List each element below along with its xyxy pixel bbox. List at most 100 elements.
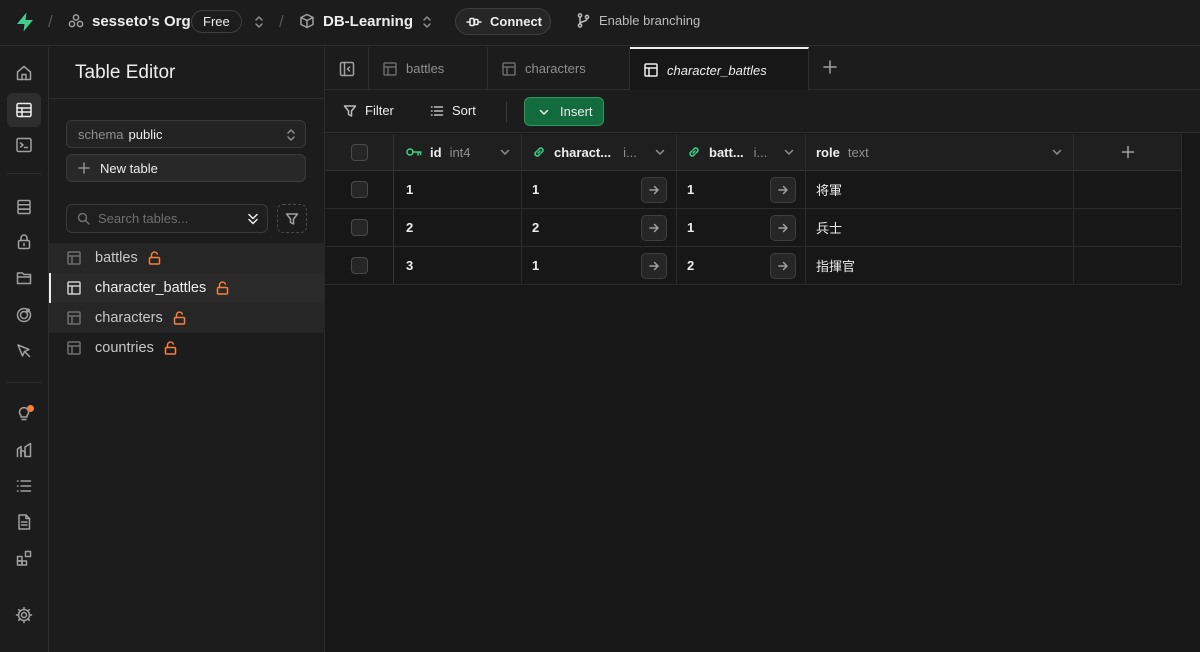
double-chevron-down-icon[interactable] <box>246 211 260 227</box>
select-all-cell <box>325 134 394 170</box>
search-icon <box>77 212 90 225</box>
settings-gear-icon[interactable] <box>7 598 41 632</box>
sidebar-item-character-battles[interactable]: character_battles <box>49 273 325 303</box>
row-select-cell <box>325 247 394 284</box>
add-tab-plus-icon[interactable] <box>822 59 838 75</box>
cell-id[interactable]: 2 <box>394 209 522 246</box>
lock-open-icon <box>164 341 177 355</box>
project-name[interactable]: DB-Learning <box>323 13 413 30</box>
filter-tables-button[interactable] <box>277 204 307 233</box>
arrow-right-icon[interactable] <box>641 215 667 241</box>
connect-button[interactable]: Connect <box>455 8 551 35</box>
cell-battle-id[interactable]: 1 <box>677 171 806 208</box>
enable-branching-button[interactable]: Enable branching <box>577 13 700 28</box>
column-header-role[interactable]: role text <box>806 134 1074 170</box>
project-switcher-chevron-icon[interactable] <box>421 14 433 30</box>
logs-list-icon[interactable] <box>7 469 41 503</box>
chevron-down-icon[interactable] <box>783 146 795 158</box>
tabs-bar: battles characters character_battles <box>325 47 1200 91</box>
cell-battle-id[interactable]: 2 <box>677 247 806 284</box>
sort-button[interactable]: Sort <box>430 103 476 118</box>
column-header-id[interactable]: id int4 <box>394 134 522 170</box>
integrations-icon[interactable] <box>7 541 41 575</box>
nav-rail <box>0 47 49 652</box>
insert-button[interactable]: Insert <box>524 97 604 126</box>
toolbar-divider <box>506 101 507 123</box>
column-name: batt... <box>709 144 744 160</box>
cell-value: 1 <box>532 182 540 197</box>
table-row[interactable]: 3 1 2 指揮官 <box>325 247 1182 285</box>
database-icon[interactable] <box>7 190 41 224</box>
supabase-logo-icon[interactable] <box>14 11 36 33</box>
row-checkbox[interactable] <box>350 219 368 236</box>
cell-character-id[interactable]: 2 <box>522 209 677 246</box>
tab-character-battles[interactable]: character_battles <box>630 47 809 91</box>
home-icon[interactable] <box>7 56 41 90</box>
cell-value: 1 <box>532 258 540 273</box>
cell-value: 1 <box>687 220 695 235</box>
cell-character-id[interactable]: 1 <box>522 171 677 208</box>
chevron-up-down-icon <box>285 127 297 143</box>
advisor-lightbulb-icon[interactable] <box>7 397 41 431</box>
org-name[interactable]: sesseto's Org <box>92 13 191 30</box>
table-name: character_battles <box>95 280 207 296</box>
api-docs-icon[interactable] <box>7 505 41 539</box>
cell-character-id[interactable]: 1 <box>522 247 677 284</box>
cell-role[interactable]: 将軍 <box>806 171 1074 208</box>
top-bar: / sesseto's Org Free / DB-Learning Conne… <box>0 0 1200 46</box>
column-type: text <box>847 144 869 160</box>
insert-label: Insert <box>560 104 593 119</box>
arrow-right-icon[interactable] <box>770 253 796 279</box>
notification-dot <box>27 405 34 412</box>
chevron-down-icon[interactable] <box>499 146 511 158</box>
add-column-button[interactable] <box>1074 134 1182 170</box>
table-name: characters <box>95 310 163 326</box>
row-checkbox[interactable] <box>350 257 368 274</box>
row-checkbox[interactable] <box>350 181 368 198</box>
column-header-character-id[interactable]: charact... i... <box>522 134 677 170</box>
table-editor-icon[interactable] <box>7 93 41 127</box>
table-row[interactable]: 1 1 1 将軍 <box>325 171 1182 209</box>
branching-label: Enable branching <box>599 13 701 28</box>
arrow-right-icon[interactable] <box>770 215 796 241</box>
chevron-down-icon[interactable] <box>654 146 666 158</box>
cell-empty <box>1074 171 1182 208</box>
cell-value: 1 <box>687 182 695 197</box>
arrow-right-icon[interactable] <box>641 177 667 203</box>
realtime-cursor-icon[interactable] <box>7 334 41 368</box>
cell-battle-id[interactable]: 1 <box>677 209 806 246</box>
cell-id[interactable]: 3 <box>394 247 522 284</box>
select-all-checkbox[interactable] <box>350 143 368 161</box>
plus-icon <box>1121 145 1135 159</box>
tab-characters[interactable]: characters <box>488 47 630 90</box>
cell-role[interactable]: 指揮官 <box>806 247 1074 284</box>
arrow-right-icon[interactable] <box>770 177 796 203</box>
sidebar-item-countries[interactable]: countries <box>49 333 325 363</box>
row-select-cell <box>325 171 394 208</box>
chevron-down-icon[interactable] <box>1051 146 1063 158</box>
rail-divider <box>7 382 41 383</box>
new-table-button[interactable]: New table <box>66 154 306 182</box>
cell-empty <box>1074 209 1182 246</box>
edge-functions-icon[interactable] <box>7 298 41 332</box>
org-switcher-chevron-icon[interactable] <box>253 14 265 30</box>
table-row[interactable]: 2 2 1 兵士 <box>325 209 1182 247</box>
plug-icon <box>466 16 482 28</box>
storage-folder-icon[interactable] <box>7 261 41 295</box>
auth-lock-icon[interactable] <box>7 225 41 259</box>
sql-editor-icon[interactable] <box>7 128 41 162</box>
filter-button[interactable]: Filter <box>343 103 394 118</box>
column-header-battle-id[interactable]: batt... i... <box>677 134 806 170</box>
breadcrumb-separator: / <box>279 12 284 31</box>
search-tables-input[interactable]: Search tables... <box>66 204 268 233</box>
tab-battles[interactable]: battles <box>369 47 488 90</box>
cell-role[interactable]: 兵士 <box>806 209 1074 246</box>
sidebar-item-battles[interactable]: battles <box>49 243 325 273</box>
collapse-sidebar-button[interactable] <box>325 47 369 90</box>
schema-select[interactable]: schema public <box>66 120 306 148</box>
reports-chart-icon[interactable] <box>7 433 41 467</box>
sidebar-item-characters[interactable]: characters <box>49 303 325 333</box>
cell-id[interactable]: 1 <box>394 171 522 208</box>
grid-header-row: id int4 charact... i... batt... i... rol… <box>325 134 1182 171</box>
arrow-right-icon[interactable] <box>641 253 667 279</box>
